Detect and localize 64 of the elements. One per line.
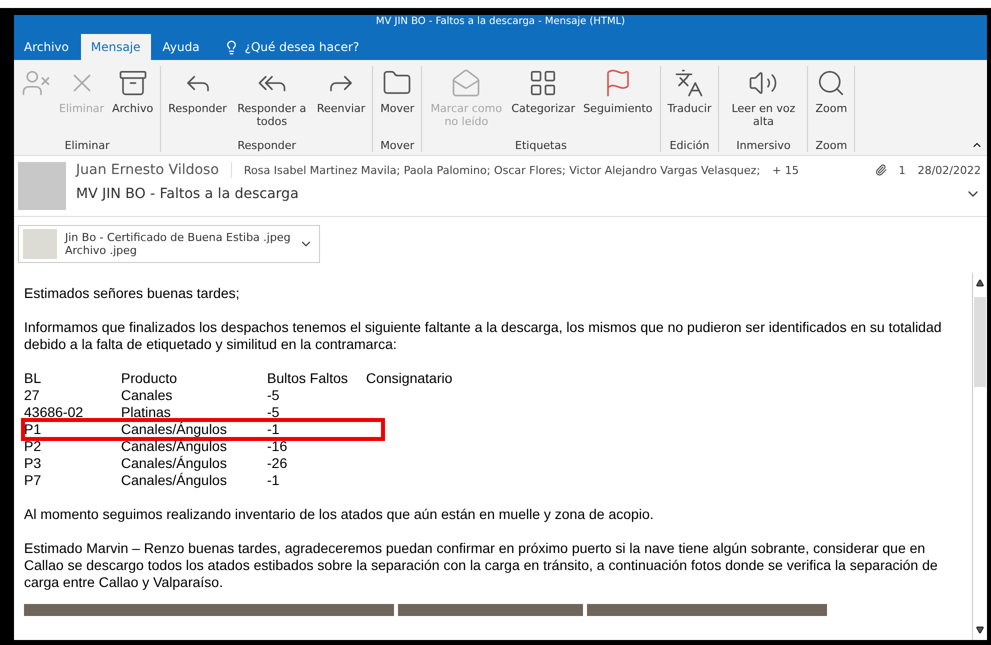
table-cell-text: -1 bbox=[267, 472, 280, 489]
table-cell-text: -26 bbox=[267, 455, 288, 472]
group-label: Edición bbox=[668, 139, 710, 152]
table-cell-text: Canales bbox=[121, 387, 174, 404]
table-cell-text: Canales/Ángulos bbox=[121, 472, 228, 489]
group-label: Zoom bbox=[814, 139, 848, 152]
table-cell-text: 43686-02 bbox=[24, 404, 84, 421]
avatar bbox=[18, 162, 66, 210]
paragraph: Al momento seguimos realizando inventario de los atados que aún están en muelle y zona de acopio. bbox=[24, 506, 655, 523]
column-header: BL bbox=[24, 370, 42, 387]
column-header: Consignatario bbox=[366, 370, 454, 387]
table-cell-text: P1 bbox=[24, 421, 42, 438]
ribbon-button[interactable]: Mover bbox=[377, 66, 418, 139]
date: 28/02/2022 bbox=[918, 164, 981, 176]
column-header: Bultos Faltos bbox=[267, 370, 349, 387]
column-header: Producto bbox=[121, 370, 178, 387]
ribbon-tab[interactable]: Mensaje bbox=[80, 34, 151, 60]
greeting: Estimados señores buenas tardes; bbox=[24, 285, 241, 302]
scroll-up-icon[interactable] bbox=[976, 279, 984, 287]
ribbon-button[interactable]: Categorizar bbox=[508, 66, 578, 139]
ribbon-button[interactable]: Seguimiento bbox=[580, 66, 656, 139]
table-cell-text: 27 bbox=[24, 387, 41, 404]
attachment-count: 1 bbox=[898, 164, 906, 176]
table-cell-text: Canales/Ángulos bbox=[121, 438, 228, 455]
table-cell-text: Canales/Ángulos bbox=[121, 421, 228, 438]
ribbon-icon bbox=[21, 68, 51, 98]
table-cell-text: Canales/Ángulos bbox=[121, 455, 228, 472]
ribbon-button[interactable]: Archivo bbox=[109, 66, 156, 139]
group-label: Responder bbox=[236, 139, 298, 152]
ribbon-button[interactable]: Responder bbox=[165, 66, 230, 139]
ribbon-button[interactable]: Reenviar bbox=[314, 66, 368, 139]
table-cell-text: -5 bbox=[267, 387, 280, 404]
ribbon-tab[interactable]: Ayuda bbox=[152, 34, 210, 60]
ribbon-icon bbox=[674, 68, 704, 98]
group-label: Mover bbox=[379, 139, 416, 152]
table-cell-text: P3 bbox=[24, 455, 42, 472]
group-label: Eliminar bbox=[64, 139, 111, 152]
attachment[interactable]: Jin Bo - Certificado de Buena Estiba .jpeg Archivo .jpeg bbox=[18, 225, 320, 263]
table-cell-text: -16 bbox=[267, 438, 288, 455]
more-recipients[interactable]: + 15 bbox=[772, 164, 799, 176]
tell-me-field[interactable]: ¿Qué desea hacer? bbox=[212, 34, 360, 60]
paragraph: Informamos que finalizados los despachos tenemos el siguiente faltante a la descarga, los mismos que no pudieron ser identificados en su totalidad debido a la falta de etiquetado y similitud en la contramarca: bbox=[24, 319, 943, 353]
ribbon-button[interactable]: Traducir bbox=[664, 66, 714, 139]
paragraph: Estimado Marvin – Renzo buenas tardes, agradeceremos puedan confirmar en próximo puerto si la nave tiene algún sobrante, considerar que en Callao se descargo todos los atados estibados sobre la separación con la carga en tránsito, a continuación fotos donde se verifica la separación de carga entre Callao y Valparaíso. bbox=[24, 540, 939, 591]
ribbon-button[interactable]: Responder a todos bbox=[232, 66, 312, 139]
subject: MV JIN BO - Faltos a la descarga bbox=[76, 186, 299, 202]
scroll-thumb[interactable] bbox=[974, 296, 986, 386]
sender-name: Juan Ernesto Vildoso bbox=[76, 162, 232, 178]
ribbon-icon bbox=[451, 68, 482, 98]
table-cell-text: -5 bbox=[267, 404, 280, 421]
ribbon-button[interactable]: Zoom bbox=[812, 66, 850, 139]
window-title: MV JIN BO - Faltos a la descarga - Mensaje (HTML) bbox=[374, 15, 626, 29]
paperclip-icon bbox=[874, 164, 887, 176]
ribbon-icon bbox=[118, 68, 148, 98]
recipients: Rosa Isabel Martinez Mavila; Paola Palomino; Oscar Flores; Victor Alejandro Vargas Velasquez; bbox=[244, 164, 760, 176]
table-cell-text: P7 bbox=[24, 472, 42, 489]
ribbon-button[interactable]: Leer en voz alta bbox=[723, 66, 804, 139]
table-cell-text: -1 bbox=[267, 421, 280, 438]
group-label: Inmersivo bbox=[735, 139, 792, 152]
group-label: Etiquetas bbox=[514, 139, 568, 152]
table-cell-text: Platinas bbox=[121, 404, 172, 421]
ribbon-tab[interactable]: Archivo bbox=[14, 34, 79, 60]
scroll-down-icon[interactable] bbox=[976, 626, 984, 634]
table-cell-text: P2 bbox=[24, 438, 42, 455]
